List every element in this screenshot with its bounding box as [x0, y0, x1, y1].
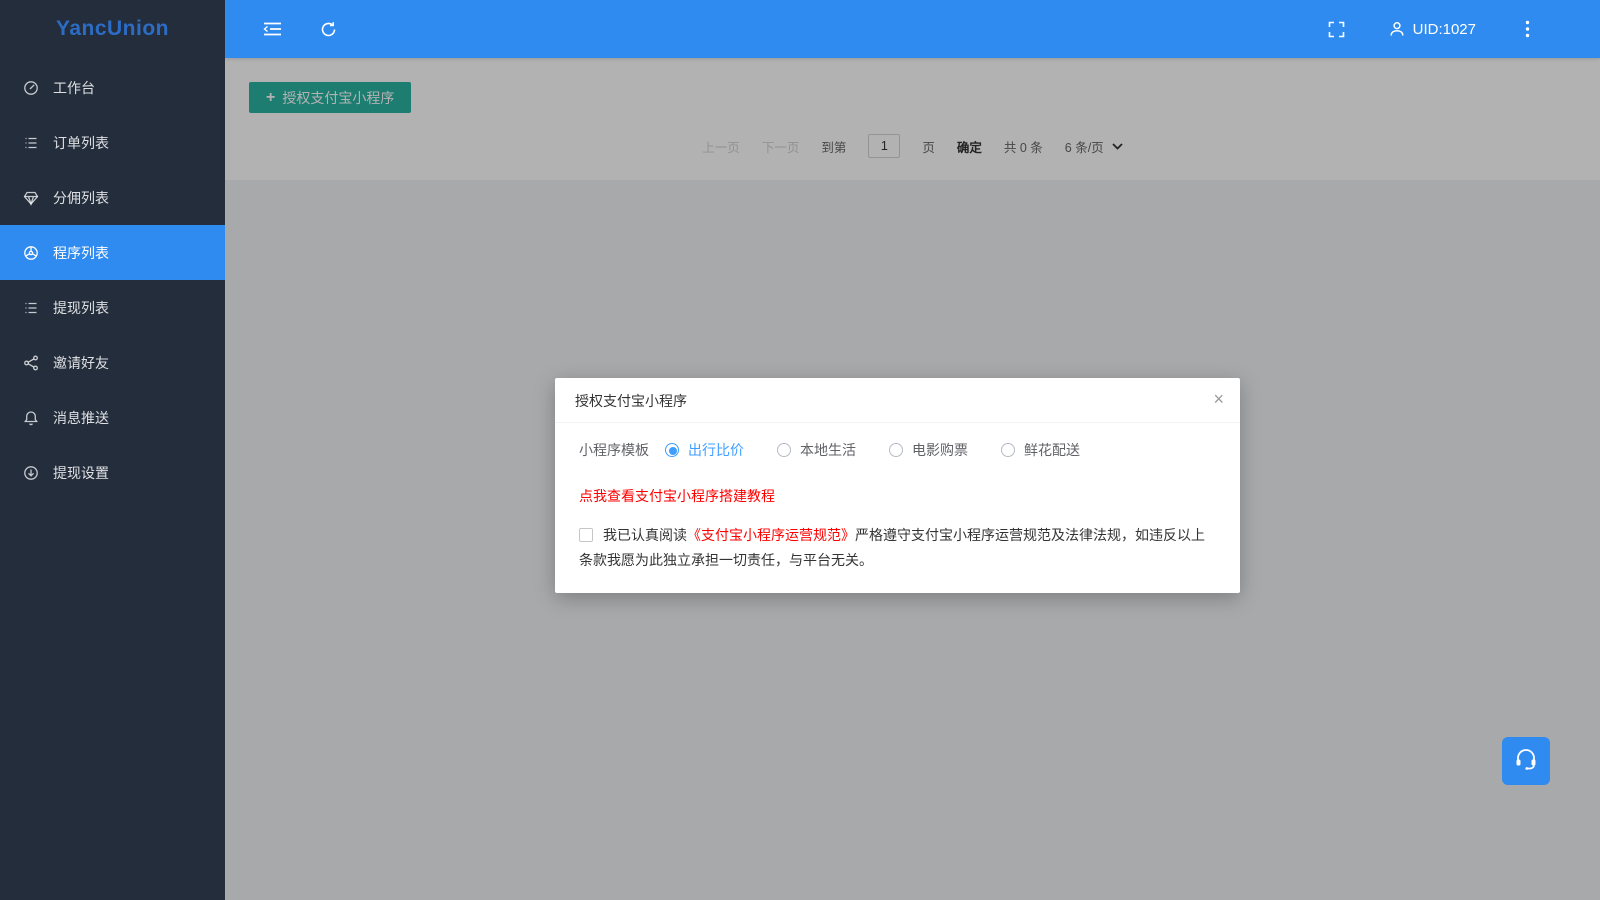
modal-title: 授权支付宝小程序	[575, 393, 687, 409]
user-menu[interactable]: UID:1027	[1388, 20, 1476, 38]
agreement-rules-link[interactable]: 《支付宝小程序运营规范》	[687, 527, 855, 543]
headset-icon	[1513, 746, 1539, 777]
sidebar-item-label: 提现设置	[53, 464, 109, 481]
fullscreen-icon[interactable]	[1324, 16, 1350, 42]
sidebar-item-message-push[interactable]: 消息推送	[0, 390, 225, 445]
agreement-prefix: 我已认真阅读	[603, 527, 687, 543]
invite-friends-icon	[22, 354, 39, 371]
sidebar-item-invite-friends[interactable]: 邀请好友	[0, 335, 225, 390]
sidebar-item-commission-list[interactable]: 分佣列表	[0, 170, 225, 225]
refresh-icon[interactable]	[315, 16, 341, 42]
sidebar-item-label: 订单列表	[53, 134, 109, 151]
menu-fold-icon[interactable]	[259, 16, 285, 42]
message-push-icon	[22, 409, 39, 426]
radio-icon	[1001, 443, 1015, 457]
user-icon	[1388, 20, 1406, 38]
sidebar-item-label: 程序列表	[53, 244, 109, 261]
user-uid: UID:1027	[1412, 20, 1476, 38]
app-logo: YancUnion	[55, 17, 170, 40]
close-icon[interactable]: ×	[1213, 387, 1224, 412]
sidebar-item-withdraw-settings[interactable]: 提现设置	[0, 445, 225, 500]
radio-option-flower-delivery[interactable]: 鲜花配送	[1001, 440, 1080, 460]
modal-body: 小程序模板 出行比价 本地生活 电影购票 鲜花配送 点我查看支付宝小程序搭建教程…	[555, 423, 1240, 593]
sidebar-item-label: 工作台	[53, 79, 95, 96]
program-list-icon	[22, 244, 39, 261]
radio-option-local-life[interactable]: 本地生活	[777, 440, 856, 460]
sidebar-item-workbench[interactable]: 工作台	[0, 60, 225, 115]
radio-option-movie-ticket[interactable]: 电影购票	[889, 440, 968, 460]
customer-service-button[interactable]	[1502, 737, 1550, 785]
agreement-text: 我已认真阅读《支付宝小程序运营规范》严格遵守支付宝小程序运营规范及法律法规，如违…	[579, 523, 1216, 573]
template-label: 小程序模板	[579, 442, 649, 458]
sidebar-item-label: 邀请好友	[53, 354, 109, 371]
authorize-alipay-modal: 授权支付宝小程序 × 小程序模板 出行比价 本地生活 电影购票 鲜花配送 点我查…	[555, 378, 1240, 593]
workbench-icon	[22, 79, 39, 96]
withdraw-settings-icon	[22, 464, 39, 481]
sidebar-item-label: 分佣列表	[53, 189, 109, 206]
sidebar-item-label: 提现列表	[53, 299, 109, 316]
tutorial-link[interactable]: 点我查看支付宝小程序搭建教程	[579, 486, 775, 506]
sidebar-item-program-list[interactable]: 程序列表	[0, 225, 225, 280]
radio-icon	[889, 443, 903, 457]
kebab-menu-icon[interactable]	[1514, 16, 1540, 42]
commission-list-icon	[22, 189, 39, 206]
sidebar-item-label: 消息推送	[53, 409, 109, 426]
radio-option-travel-compare[interactable]: 出行比价	[665, 440, 744, 460]
modal-header: 授权支付宝小程序 ×	[555, 378, 1240, 423]
radio-icon	[777, 443, 791, 457]
topbar: UID:1027	[225, 0, 1600, 58]
withdraw-list-icon	[22, 299, 39, 316]
order-list-icon	[22, 134, 39, 151]
sidebar-item-order-list[interactable]: 订单列表	[0, 115, 225, 170]
template-radio-group: 小程序模板 出行比价 本地生活 电影购票 鲜花配送	[579, 440, 1216, 460]
radio-icon	[665, 443, 679, 457]
sidebar: YancUnion 工作台 订单列表 分佣列表 程序列表 提现列表 邀请好友 消…	[0, 0, 225, 900]
sidebar-item-withdraw-list[interactable]: 提现列表	[0, 280, 225, 335]
sidebar-menu: 工作台 订单列表 分佣列表 程序列表 提现列表 邀请好友 消息推送 提现设置	[0, 58, 225, 500]
agreement-checkbox[interactable]	[579, 528, 593, 542]
